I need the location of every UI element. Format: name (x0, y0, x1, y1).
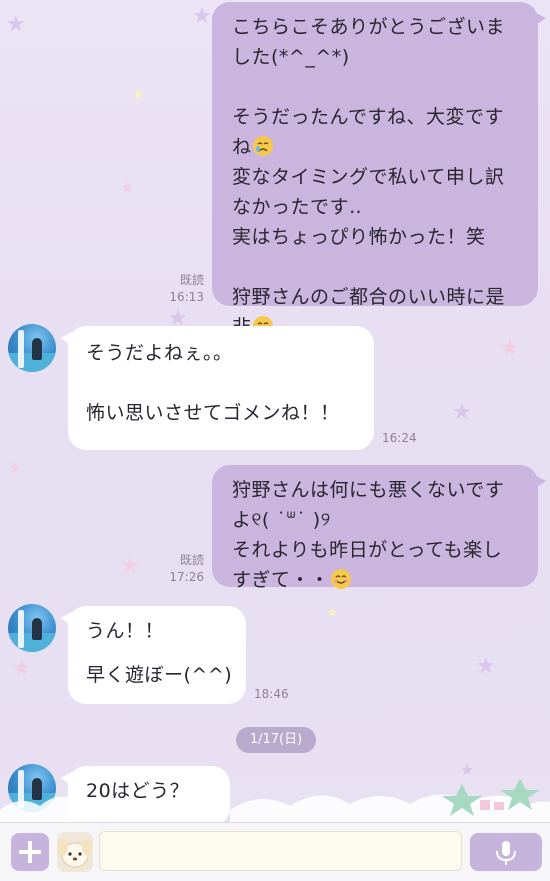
chat-background: ★ ★ ★ ★ ★ ★ ★ ★ ★ ★ ★ ★ ★ 既読 16:13 こちらこそ… (0, 0, 550, 822)
message-meta: 既読 17:26 (150, 552, 204, 586)
message-line: それよりも昨日がとっても楽し (232, 539, 503, 561)
avatar-person (32, 338, 42, 360)
sticker-character-icon (57, 832, 93, 872)
message-time: 16:24 (382, 431, 417, 445)
star-decoration: ★ (120, 554, 140, 579)
message-input[interactable] (99, 831, 462, 871)
message-line: すぎて・・ (232, 565, 522, 595)
outgoing-message-bubble[interactable]: こちらこそありがとうございま した(*^_^*) そうだったんですね、大変です … (212, 2, 546, 338)
message-line: した(*^_^*) (232, 46, 350, 68)
message-line: こちらこそありがとうございま (232, 16, 506, 38)
message-meta: 既読 16:13 (150, 272, 204, 306)
incoming-message-bubble[interactable]: うん！！ 早く遊ぼー(^^) (60, 606, 246, 704)
star-decoration: ★ (8, 458, 23, 477)
message-text: ね (232, 136, 252, 158)
message-text: すぎて・・ (232, 569, 330, 591)
read-receipt: 既読 (179, 273, 204, 287)
avatar-board (18, 330, 24, 368)
star-decoration: ★ (452, 400, 472, 425)
crying-face-emoji-icon (252, 136, 273, 156)
date-separator: 1/17(日) (236, 727, 316, 753)
avatar-board (18, 610, 24, 648)
voice-message-button[interactable] (470, 833, 542, 871)
smiling-face-emoji-icon (330, 569, 351, 589)
star-decoration: ★ (326, 605, 339, 621)
message-time: 16:13 (169, 290, 204, 304)
message-line: そうだよねぇ。。 (86, 342, 233, 364)
message-line: 狩野さんのご都合のいい時に是 (232, 286, 506, 308)
star-decoration: ★ (120, 178, 135, 197)
plus-icon (19, 841, 41, 863)
message-line (232, 252, 522, 282)
star-decoration: ★ (12, 656, 32, 681)
message-line: 実はちょっぴり怖かった！笑 (232, 226, 486, 248)
message-line (232, 72, 522, 102)
message-line (86, 646, 228, 660)
sticker-button[interactable] (56, 831, 94, 873)
contact-avatar[interactable] (8, 324, 56, 372)
read-receipt: 既読 (179, 553, 204, 567)
star-decoration: ★ (6, 12, 26, 37)
message-line: 早く遊ぼー(^^) (86, 664, 233, 686)
message-line: なかったです‥ (232, 196, 363, 218)
message-line: 狩野さんは何にも悪くないです (232, 479, 505, 501)
message-line (86, 368, 356, 398)
microphone-icon (496, 841, 516, 865)
message-time: 17:26 (169, 570, 204, 584)
message-line: うん！！ (86, 620, 165, 642)
star-decoration: ★ (132, 87, 145, 103)
message-line: そうだったんですね、大変です (232, 106, 505, 128)
star-decoration: ★ (460, 760, 475, 779)
star-decoration: ★ (476, 654, 496, 679)
avatar-person (32, 618, 42, 640)
incoming-message-bubble[interactable]: そうだよねぇ。。 怖い思いさせてゴメンね！！ (60, 326, 374, 450)
message-line: よ୧( ˙ᐜ˙ )୨ (232, 509, 331, 531)
outgoing-message-bubble[interactable]: 狩野さんは何にも悪くないです よ୧( ˙ᐜ˙ )୨ それよりも昨日がとっても楽し… (212, 465, 546, 591)
star-decoration: ★ (192, 4, 212, 29)
message-input-bar (0, 822, 550, 881)
message-line: 怖い思いさせてゴメンね！！ (86, 402, 340, 424)
message-line: ね (232, 132, 522, 162)
contact-avatar[interactable] (8, 604, 56, 652)
add-attachment-button[interactable] (11, 833, 49, 871)
message-time: 18:46 (254, 687, 289, 701)
cloud-decoration (0, 780, 550, 822)
message-line: 変なタイミングで私いて申し訳 (232, 166, 505, 188)
